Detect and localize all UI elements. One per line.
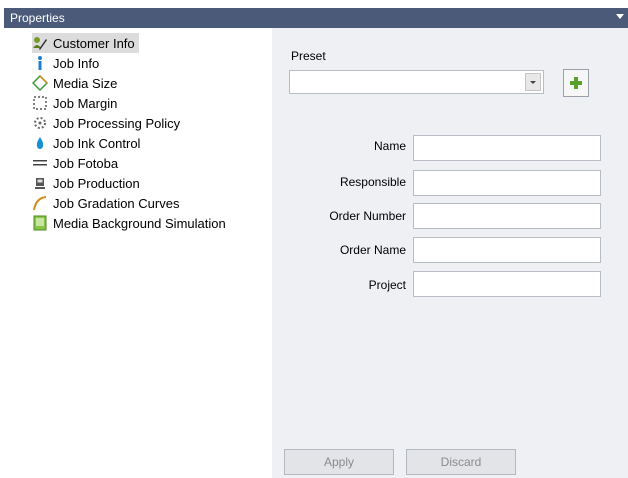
project-field[interactable]: [413, 271, 601, 297]
name-label: Name: [373, 139, 406, 153]
apply-button[interactable]: Apply: [284, 449, 394, 475]
name-field[interactable]: [413, 135, 601, 161]
order-number-field[interactable]: [413, 203, 601, 229]
order-name-label: Order Name: [339, 243, 406, 257]
order-number-label: Order Number: [329, 209, 406, 223]
order-name-field[interactable]: [413, 237, 601, 263]
tree-item-media-size[interactable]: Media Size: [32, 73, 121, 93]
properties-tree: Customer Info Job Info Media Size Job Ma…: [4, 28, 272, 478]
media-size-icon: [32, 75, 48, 91]
tree-item-label: Job Ink Control: [53, 135, 141, 151]
tree-item-customer-info[interactable]: Customer Info: [32, 33, 139, 53]
tree-item-label: Job Fotoba: [53, 155, 119, 171]
gradation-curve-icon: [32, 195, 48, 211]
customer-info-panel: Preset Name Responsible Order Number Ord…: [272, 28, 628, 478]
preset-label: Preset: [291, 49, 326, 63]
tree-item-media-background-simulation[interactable]: Media Background Simulation: [32, 213, 230, 233]
tree-item-label: Job Margin: [53, 95, 118, 111]
tree-item-job-info[interactable]: Job Info: [32, 53, 103, 73]
margin-icon: [32, 95, 48, 111]
project-label: Project: [368, 278, 406, 292]
responsible-field[interactable]: [413, 170, 601, 196]
tree-item-label: Customer Info: [53, 35, 135, 51]
responsible-label: Responsible: [339, 175, 406, 189]
fotoba-icon: [32, 155, 48, 171]
properties-titlebar: Properties: [4, 8, 628, 28]
info-icon: [32, 55, 48, 71]
tree-item-label: Job Production: [53, 175, 140, 191]
tree-item-label: Job Gradation Curves: [53, 195, 180, 211]
preset-dropdown[interactable]: [289, 70, 544, 94]
customer-info-icon: [32, 35, 48, 51]
tree-item-job-ink-control[interactable]: Job Ink Control: [32, 133, 144, 153]
production-icon: [32, 175, 48, 191]
tree-item-label: Job Processing Policy: [53, 115, 181, 131]
tree-item-job-fotoba[interactable]: Job Fotoba: [32, 153, 122, 173]
tree-item-job-gradation-curves[interactable]: Job Gradation Curves: [32, 193, 183, 213]
discard-button[interactable]: Discard: [406, 449, 516, 475]
collapse-arrow-icon[interactable]: [616, 14, 624, 19]
ink-drop-icon: [32, 135, 48, 151]
processing-policy-icon: [32, 115, 48, 131]
tree-item-label: Media Size: [53, 75, 118, 91]
dropdown-arrow-icon[interactable]: [525, 73, 541, 91]
tree-item-job-processing-policy[interactable]: Job Processing Policy: [32, 113, 184, 133]
add-preset-button[interactable]: [563, 69, 589, 97]
tree-item-job-production[interactable]: Job Production: [32, 173, 144, 193]
tree-item-label: Job Info: [53, 55, 100, 71]
background-simulation-icon: [32, 215, 48, 231]
tree-item-job-margin[interactable]: Job Margin: [32, 93, 121, 113]
tree-item-label: Media Background Simulation: [53, 215, 226, 231]
window-title: Properties: [10, 11, 65, 25]
